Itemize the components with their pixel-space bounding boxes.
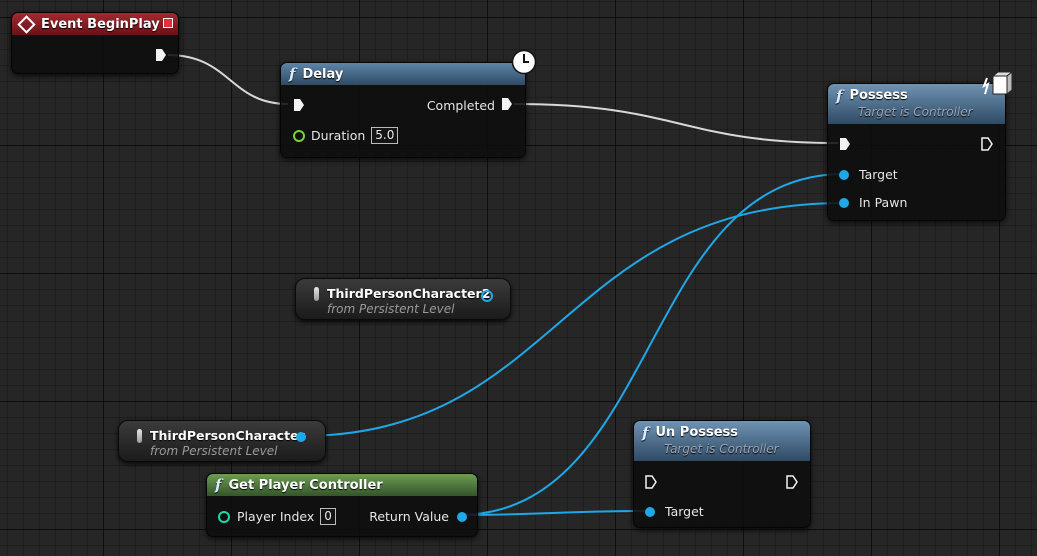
third-person-character2-subtitle: from Persistent Level xyxy=(327,302,455,316)
delay-exec-in-pin[interactable] xyxy=(293,98,305,115)
possess-exec-out-pin[interactable] xyxy=(981,137,993,154)
return-value-label: Return Value xyxy=(369,509,449,524)
clock-icon xyxy=(511,49,537,79)
return-value-pin[interactable]: Return Value xyxy=(369,509,467,524)
third-person-character2-node[interactable]: ThirdPersonCharacter2 from Persistent Le… xyxy=(295,278,511,320)
possess-exec-in-pin[interactable] xyxy=(839,137,851,154)
third-person-character-node[interactable]: ThirdPersonCharacter from Persistent Lev… xyxy=(118,420,326,462)
object-out-pin-icon xyxy=(457,511,467,522)
possess-node[interactable]: f Possess Target is Controller Target In… xyxy=(827,70,1014,221)
player-index-pin[interactable]: Player Index 0 xyxy=(218,508,336,525)
unpossess-node[interactable]: f Un Possess Target is Controller Target xyxy=(633,420,811,528)
object-pin-icon xyxy=(839,169,849,180)
server-authority-icon xyxy=(982,70,1014,106)
third-person-character-title: ThirdPersonCharacter xyxy=(150,428,305,443)
delay-node[interactable]: f Delay Completed Duration 5.0 xyxy=(280,49,537,158)
exec-out-icon xyxy=(155,48,166,61)
delay-title: Delay xyxy=(302,66,344,82)
object-wire-controller-to-unpossess xyxy=(457,510,651,516)
actor-pill-icon xyxy=(314,287,319,301)
beginplay-exec-out-pin[interactable] xyxy=(155,48,166,61)
get-player-controller-node[interactable]: f Get Player Controller Player Index 0 R… xyxy=(206,473,478,537)
event-beginplay-header: Event BeginPlay xyxy=(12,13,178,35)
int-pin-icon xyxy=(218,510,230,523)
unpossess-subtitle: Target is Controller xyxy=(664,442,779,456)
exec-out-hollow-icon xyxy=(786,475,798,492)
delay-completed-label: Completed xyxy=(426,98,495,113)
function-f-icon: f xyxy=(836,87,843,105)
function-f-icon: f xyxy=(215,476,222,494)
possess-target-pin[interactable]: Target xyxy=(839,167,898,182)
unpossess-target-pin[interactable]: Target xyxy=(645,504,704,519)
unpossess-header: f Un Possess Target is Controller xyxy=(634,421,810,461)
possess-target-label: Target xyxy=(859,167,898,182)
object-out-pin-icon[interactable] xyxy=(296,432,306,442)
delay-duration-pin[interactable]: Duration 5.0 xyxy=(293,127,399,144)
function-f-icon: f xyxy=(642,424,649,442)
possess-subtitle: Target is Controller xyxy=(858,105,973,119)
event-beginplay-title: Event BeginPlay xyxy=(41,16,160,32)
exec-wire-beginplay-to-delay xyxy=(167,54,289,105)
unpossess-target-label: Target xyxy=(665,504,704,519)
exec-out-icon xyxy=(501,97,513,114)
delay-duration-input[interactable]: 5.0 xyxy=(371,127,399,144)
event-beginplay-node[interactable]: Event BeginPlay xyxy=(11,12,179,74)
object-out-pin-icon[interactable] xyxy=(481,290,493,302)
stop-icon xyxy=(163,18,173,28)
unpossess-title: Un Possess xyxy=(655,425,739,440)
exec-wire-delay-to-possess xyxy=(513,103,839,144)
float-pin-icon xyxy=(293,129,305,142)
third-person-character-subtitle: from Persistent Level xyxy=(150,444,278,458)
diamond-icon xyxy=(17,14,36,34)
actor-pill-icon xyxy=(137,429,142,443)
possess-inpawn-label: In Pawn xyxy=(859,195,908,210)
get-player-controller-title: Get Player Controller xyxy=(228,477,383,493)
get-player-controller-header: f Get Player Controller xyxy=(207,474,477,496)
exec-in-icon xyxy=(839,137,851,154)
delay-completed-pin[interactable]: Completed xyxy=(427,97,513,114)
delay-header: f Delay xyxy=(281,63,525,85)
object-pin-icon xyxy=(839,197,849,208)
unpossess-exec-out-pin[interactable] xyxy=(786,475,798,492)
delay-duration-label: Duration xyxy=(311,128,366,143)
exec-in-icon xyxy=(293,98,305,115)
player-index-label: Player Index xyxy=(237,509,315,524)
possess-inpawn-pin[interactable]: In Pawn xyxy=(839,195,907,210)
object-pin-icon xyxy=(645,506,655,517)
possess-header: f Possess Target is Controller xyxy=(828,84,1005,124)
exec-in-hollow-icon xyxy=(645,475,657,492)
exec-out-hollow-icon xyxy=(981,137,993,154)
third-person-character2-title: ThirdPersonCharacter2 xyxy=(327,286,491,301)
unpossess-exec-in-pin[interactable] xyxy=(645,475,657,492)
player-index-input[interactable]: 0 xyxy=(320,508,336,525)
possess-title: Possess xyxy=(849,88,908,103)
function-f-icon: f xyxy=(289,65,296,83)
